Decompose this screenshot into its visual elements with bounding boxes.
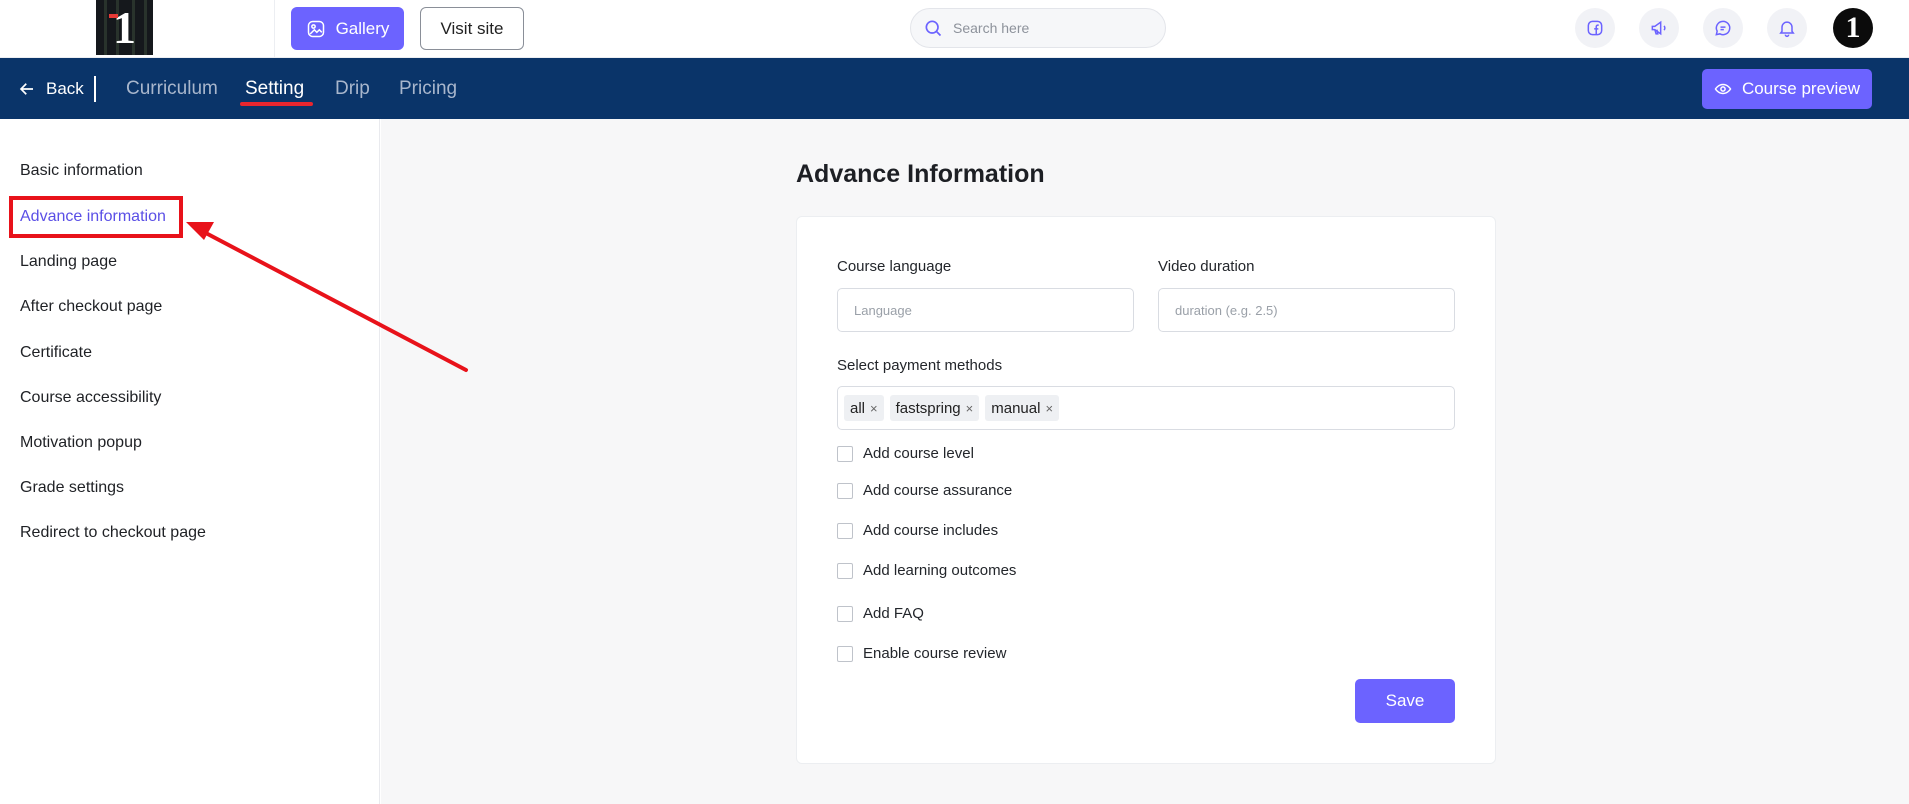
gallery-icon (307, 20, 324, 37)
add-faq-option[interactable]: Add FAQ (837, 605, 924, 622)
payment-tag-label: fastspring (895, 399, 961, 417)
add-learning-outcomes-checkbox[interactable] (837, 562, 853, 579)
chat-icon (1715, 20, 1731, 36)
sidebar-item-motivation-popup[interactable]: Motivation popup (20, 433, 142, 453)
tab-setting[interactable]: Setting (245, 58, 304, 119)
checkbox-label: Add FAQ (863, 605, 924, 622)
enable-course-review-option[interactable]: Enable course review (837, 645, 1006, 662)
tab-pricing[interactable]: Pricing (399, 58, 457, 119)
visit-site-button[interactable]: Visit site (420, 7, 524, 50)
facebook-button[interactable] (1575, 8, 1615, 48)
site-logo[interactable]: 1 (96, 0, 153, 55)
sidebar-item-redirect-to-checkout-page[interactable]: Redirect to checkout page (20, 523, 206, 543)
video-duration-label: Video duration (1158, 258, 1255, 275)
sidebar-item-advance-information[interactable]: Advance information (20, 207, 166, 227)
gallery-button[interactable]: Gallery (291, 7, 404, 50)
course-nav-bar: Back Curriculum Setting Drip Pricing (0, 58, 1909, 119)
search-box (910, 8, 1166, 48)
remove-tag-icon[interactable]: × (1045, 401, 1053, 416)
add-course-includes-option[interactable]: Add course includes (837, 522, 998, 539)
sidebar-item-basic-information[interactable]: Basic information (20, 161, 143, 181)
course-language-input[interactable] (837, 288, 1134, 332)
sidebar-item-after-checkout-page[interactable]: After checkout page (20, 297, 162, 317)
megaphone-icon (1651, 20, 1666, 36)
save-button[interactable]: Save (1355, 679, 1455, 723)
search-input[interactable] (953, 20, 1153, 36)
search-icon (925, 20, 942, 37)
page-title: Advance Information (796, 160, 1045, 188)
payment-tag: all × (844, 395, 884, 421)
gallery-label: Gallery (335, 18, 390, 38)
checkbox-label: Add learning outcomes (863, 562, 1017, 579)
checkbox-label: Add course assurance (863, 482, 1013, 499)
checkbox-label: Add course includes (863, 522, 999, 539)
back-label: Back (46, 78, 84, 98)
announcement-button[interactable] (1639, 8, 1679, 48)
payment-methods-select[interactable]: all × fastspring × manual × (837, 386, 1455, 430)
remove-tag-icon[interactable]: × (870, 401, 878, 416)
payment-tag: fastspring × (889, 395, 980, 421)
messages-button[interactable] (1703, 8, 1743, 48)
tab-drip[interactable]: Drip (335, 58, 370, 119)
course-preview-label: Course preview (1741, 79, 1861, 98)
user-avatar[interactable]: 1 (1833, 8, 1873, 48)
eye-icon (1714, 83, 1732, 95)
nav-divider (94, 76, 96, 102)
checkbox-label: Enable course review (863, 645, 1007, 662)
add-learning-outcomes-option[interactable]: Add learning outcomes (837, 562, 1016, 579)
add-course-level-option[interactable]: Add course level (837, 445, 974, 462)
add-course-level-checkbox[interactable] (837, 445, 853, 462)
sidebar-item-certificate[interactable]: Certificate (20, 343, 92, 363)
back-button[interactable]: Back (18, 58, 84, 119)
add-faq-checkbox[interactable] (837, 605, 853, 622)
top-divider (274, 0, 275, 58)
course-preview-button[interactable]: Course preview (1702, 69, 1872, 109)
sidebar-item-landing-page[interactable]: Landing page (20, 252, 117, 272)
add-course-assurance-option[interactable]: Add course assurance (837, 482, 1012, 499)
add-course-assurance-checkbox[interactable] (837, 482, 853, 499)
enable-course-review-checkbox[interactable] (837, 645, 853, 662)
top-bar: 1 Gallery Visit site Search here 1 (0, 0, 1909, 58)
remove-tag-icon[interactable]: × (966, 401, 974, 416)
sidebar-item-grade-settings[interactable]: Grade settings (20, 478, 124, 498)
add-course-includes-checkbox[interactable] (837, 522, 853, 539)
logo-text: 1 (113, 2, 136, 53)
active-tab-indicator (240, 102, 313, 106)
payment-methods-label: Select payment methods (837, 357, 1003, 374)
payment-tag-label: all (850, 399, 866, 417)
bell-icon (1779, 21, 1795, 38)
arrow-left-icon (19, 82, 33, 95)
tab-curriculum[interactable]: Curriculum (126, 58, 218, 119)
video-duration-input[interactable] (1158, 288, 1455, 332)
facebook-icon (1587, 20, 1603, 36)
sidebar-item-course-accessibility[interactable]: Course accessibility (20, 388, 161, 408)
payment-tag-label: manual (991, 399, 1041, 417)
payment-tag: manual × (985, 395, 1060, 421)
course-language-label: Course language (837, 258, 952, 275)
checkbox-label: Add course level (863, 445, 974, 462)
notifications-button[interactable] (1767, 8, 1807, 48)
